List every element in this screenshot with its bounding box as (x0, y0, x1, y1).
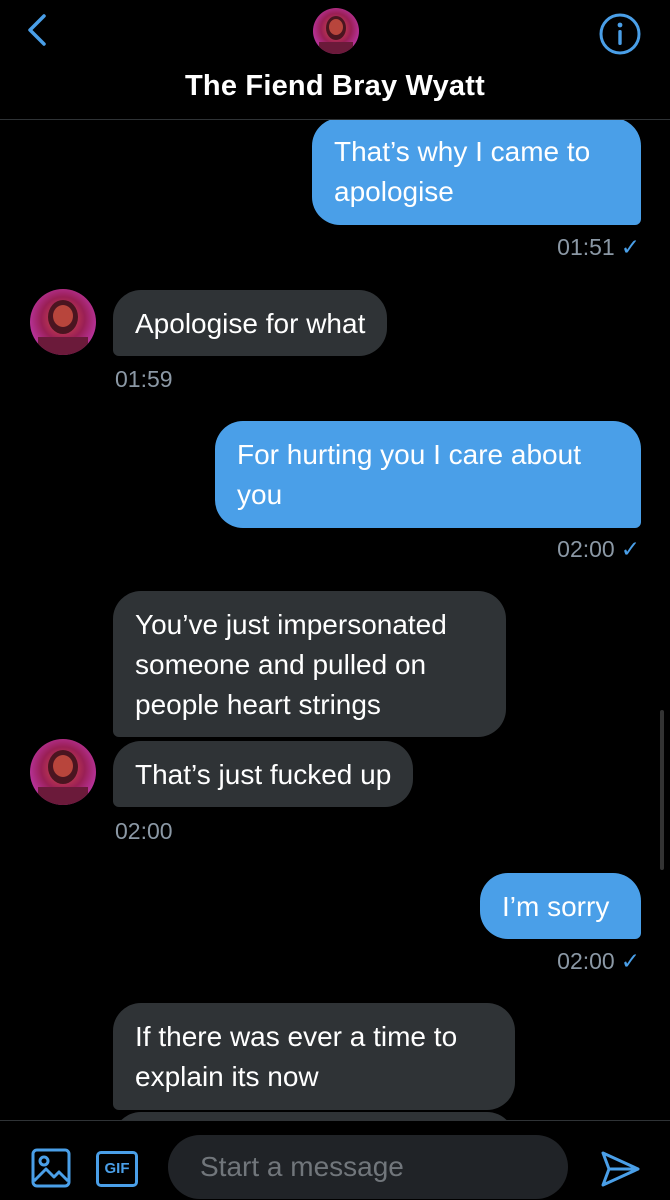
incoming-message[interactable]: Apologise for what (113, 290, 388, 356)
chevron-left-icon[interactable] (18, 10, 58, 50)
scrollbar[interactable] (660, 710, 664, 870)
incoming-message[interactable]: If there was ever a time to explain its … (113, 1003, 515, 1110)
timestamp-text: 01:51 (557, 234, 615, 260)
message-thread: That’s why I came to apologise 01:51 ✓ Ap… (0, 120, 670, 1120)
contact-avatar[interactable] (30, 289, 96, 355)
message-input[interactable]: Start a message (168, 1135, 568, 1199)
message-timestamp: 01:51 ✓ (557, 234, 640, 261)
incoming-message[interactable]: You’ve just impersonated someone and pul… (113, 591, 506, 737)
incoming-message-partial[interactable] (113, 1112, 515, 1120)
send-icon[interactable] (598, 1147, 642, 1191)
outgoing-message[interactable]: For hurting you I care about you (215, 421, 641, 528)
message-timestamp: 01:59 (115, 366, 173, 392)
outgoing-message[interactable]: I’m sorry (480, 873, 641, 939)
message-timestamp: 02:00 ✓ (557, 536, 640, 563)
message-timestamp: 02:00 ✓ (557, 948, 640, 975)
message-composer: GIF Start a message (0, 1120, 670, 1200)
contact-avatar[interactable] (30, 739, 96, 805)
read-checkmark-icon: ✓ (620, 234, 640, 260)
image-icon[interactable] (30, 1147, 72, 1189)
conversation-header: The Fiend Bray Wyatt (0, 0, 670, 120)
info-icon[interactable] (598, 12, 642, 56)
outgoing-message[interactable]: That’s why I came to apologise (312, 120, 641, 225)
conversation-title: The Fiend Bray Wyatt (185, 70, 485, 102)
timestamp-text: 02:00 (557, 948, 615, 974)
message-timestamp: 02:00 (115, 818, 173, 844)
gif-button[interactable]: GIF (96, 1151, 138, 1187)
read-checkmark-icon: ✓ (620, 948, 640, 974)
header-avatar[interactable] (313, 8, 359, 54)
incoming-message[interactable]: That’s just fucked up (113, 741, 414, 807)
read-checkmark-icon: ✓ (620, 536, 640, 562)
timestamp-text: 02:00 (557, 536, 615, 562)
